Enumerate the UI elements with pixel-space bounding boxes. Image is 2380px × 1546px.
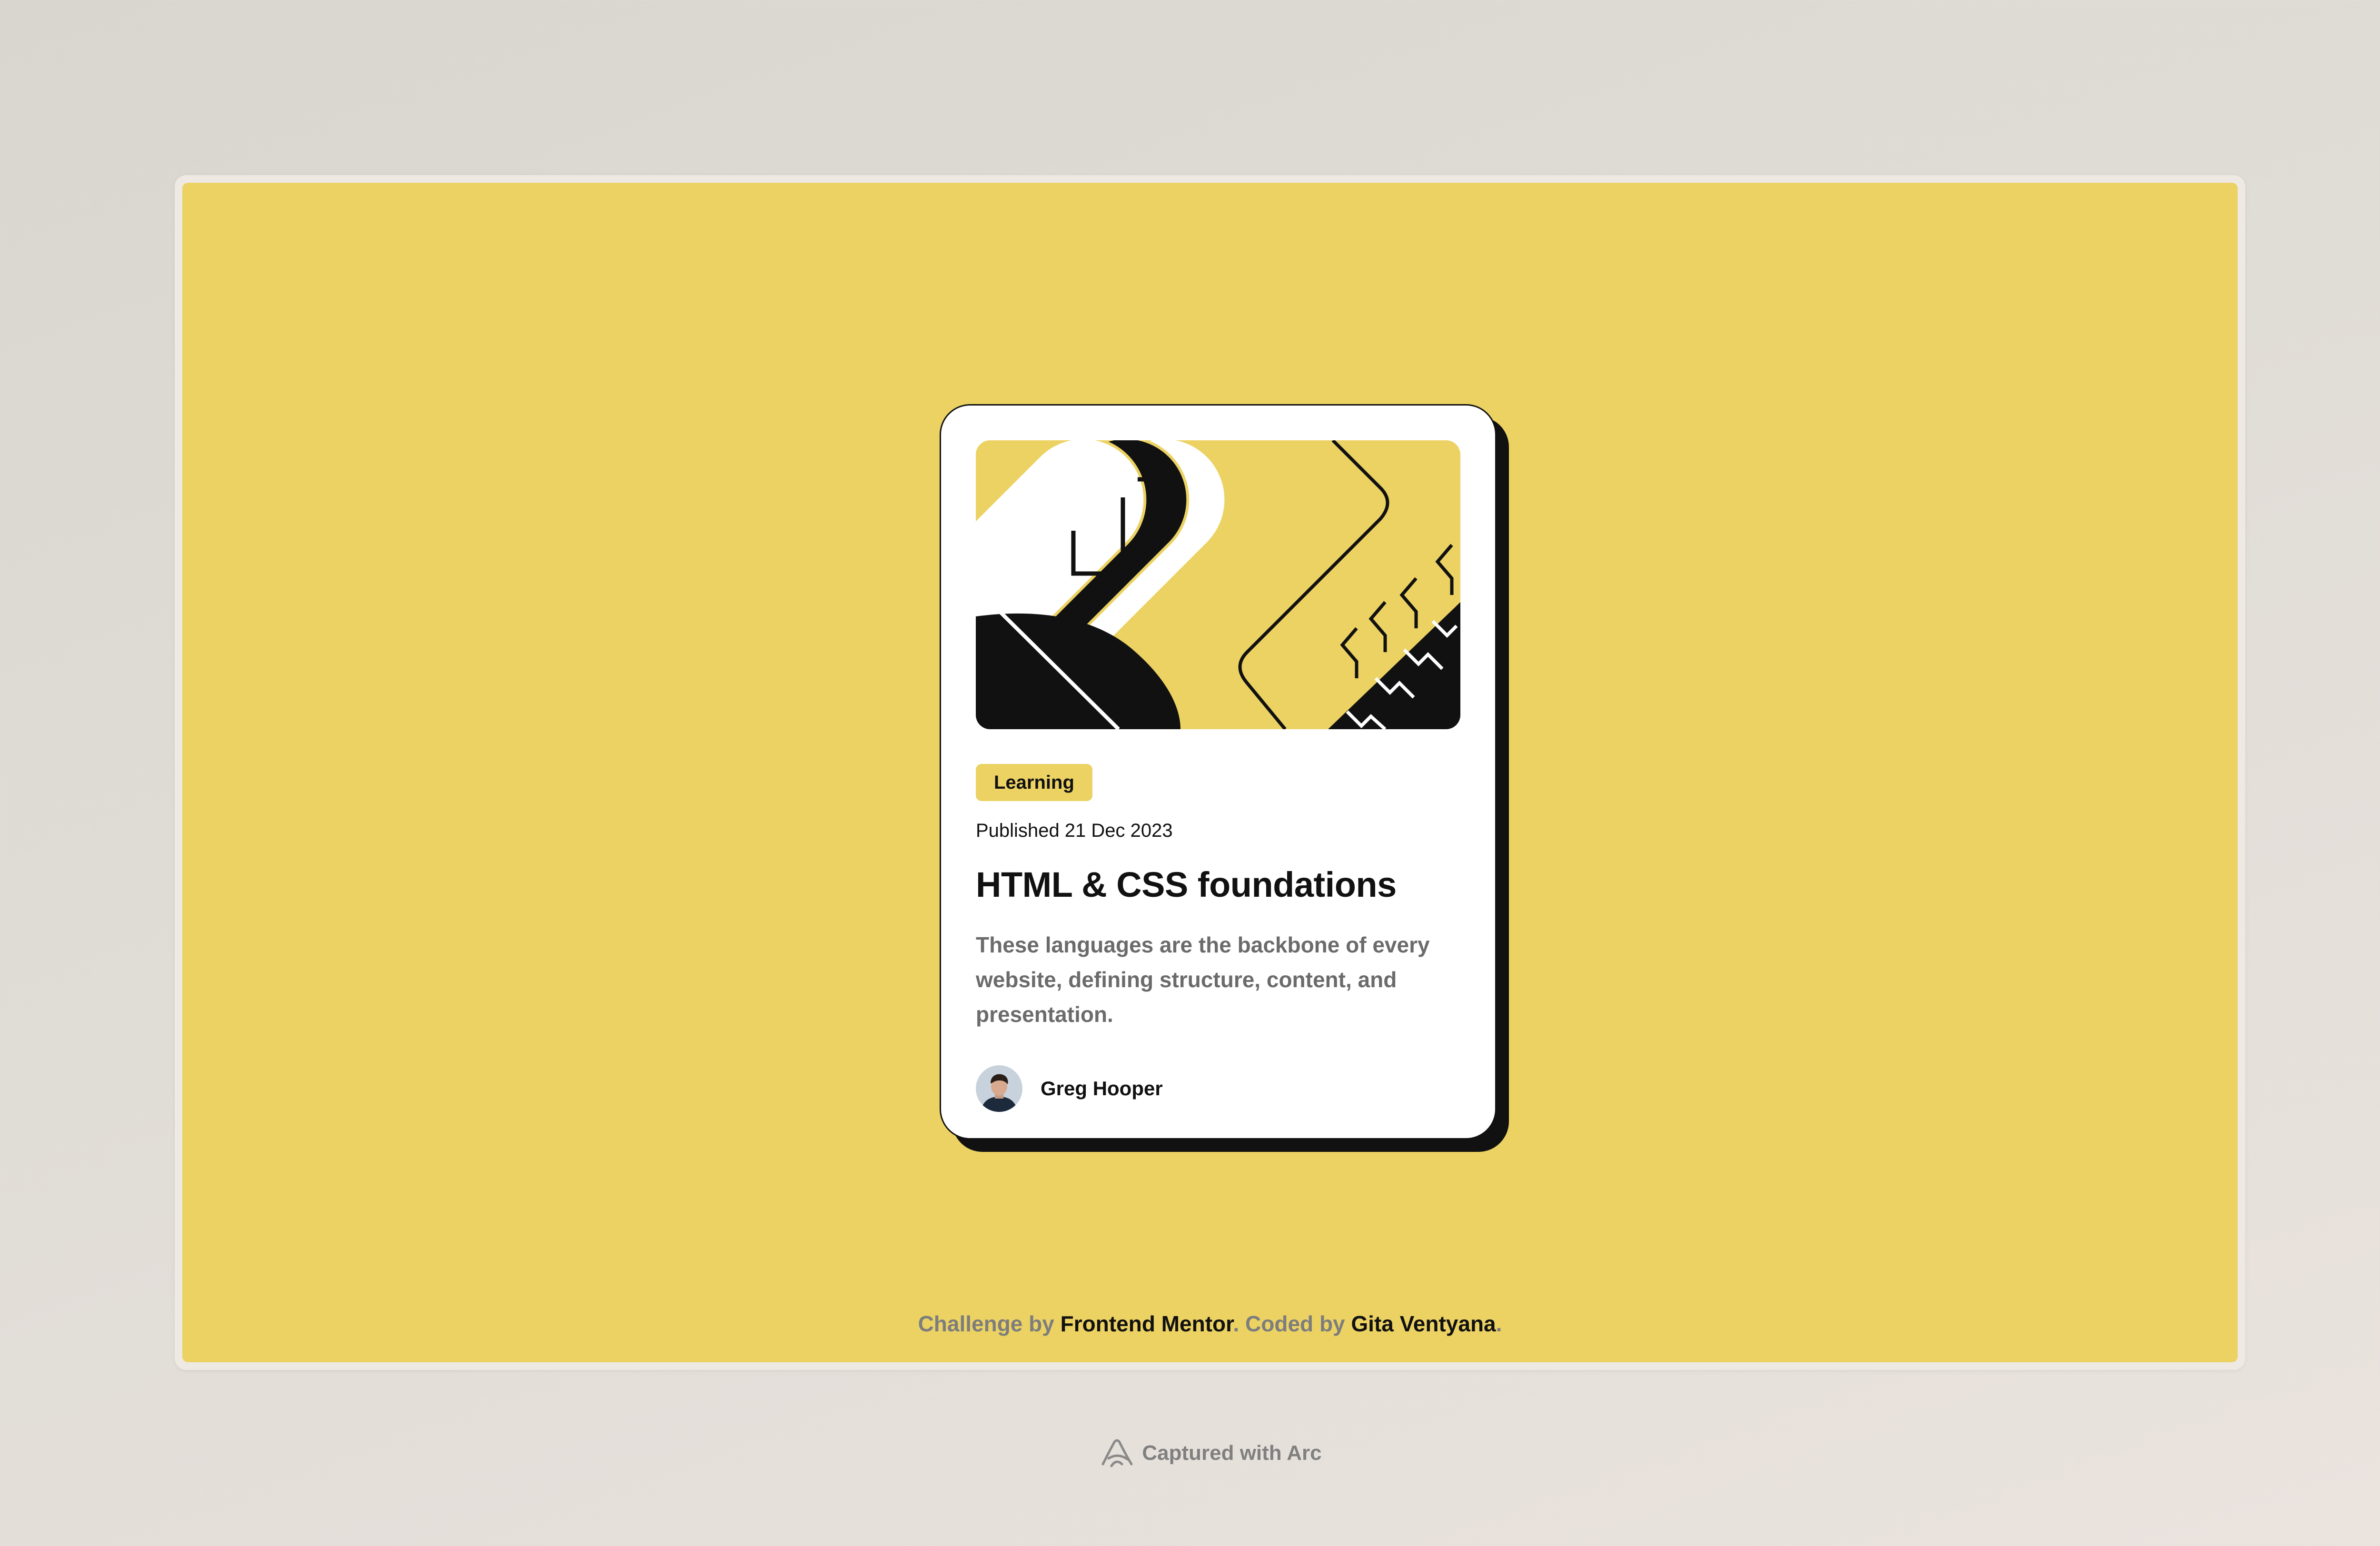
author-name: Greg Hooper <box>1041 1077 1163 1100</box>
blog-preview-card: Learning Published 21 Dec 2023 HTML & CS… <box>940 404 1497 1140</box>
browser-frame: Learning Published 21 Dec 2023 HTML & CS… <box>175 175 2245 1370</box>
attribution-middle: . Coded by <box>1233 1311 1351 1336</box>
category-tag: Learning <box>976 764 1092 801</box>
author-link[interactable]: Gita Ventyana <box>1351 1311 1496 1336</box>
author-avatar <box>976 1065 1022 1112</box>
frontend-mentor-link[interactable]: Frontend Mentor <box>1061 1311 1233 1336</box>
card-description: These languages are the backbone of ever… <box>976 932 1430 1027</box>
card-title[interactable]: HTML & CSS foundations <box>976 864 1460 905</box>
author-row: Greg Hooper <box>976 1065 1460 1112</box>
card-illustration <box>976 440 1460 729</box>
attribution-footer: Challenge by Frontend Mentor. Coded by G… <box>182 1311 2238 1337</box>
capture-text: Captured with Arc <box>1142 1441 1322 1465</box>
publish-date: Published 21 Dec 2023 <box>976 820 1173 841</box>
attribution-prefix: Challenge by <box>918 1311 1061 1336</box>
attribution-suffix: . <box>1496 1311 1502 1336</box>
page-viewport: Learning Published 21 Dec 2023 HTML & CS… <box>182 183 2238 1362</box>
capture-watermark: Captured with Arc <box>0 1437 2380 1469</box>
arc-logo-icon <box>1101 1439 1133 1467</box>
